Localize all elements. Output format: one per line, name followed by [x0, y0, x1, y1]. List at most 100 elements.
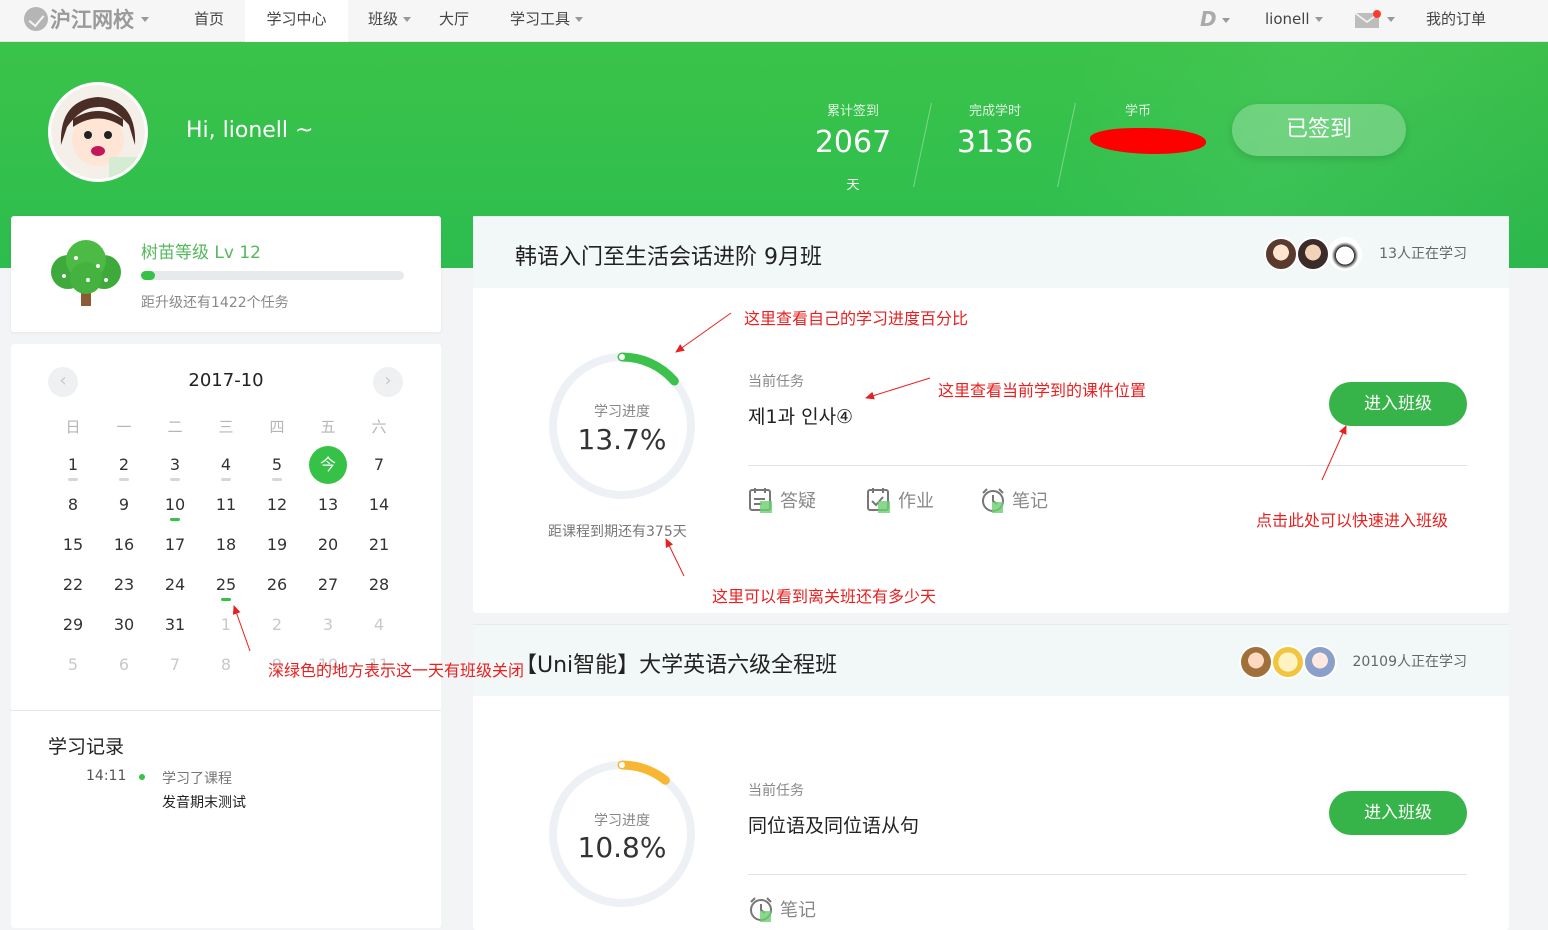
qa-tool[interactable]: 答疑: [748, 487, 816, 513]
progress-ring-start: [619, 354, 625, 360]
notes-label: 笔记: [1012, 491, 1048, 512]
calendar-day[interactable]: 12: [257, 492, 297, 518]
calendar-prev-button[interactable]: ‹: [48, 367, 78, 397]
calendar-day[interactable]: 31: [155, 612, 195, 638]
calendar-day[interactable]: 30: [104, 612, 144, 638]
learner-avatar[interactable]: [1264, 237, 1298, 271]
calendar-day[interactable]: 28: [359, 572, 399, 598]
current-task[interactable]: 同位语及同位语从句: [748, 811, 919, 838]
study-marker: [68, 478, 78, 481]
calendar-day[interactable]: 5: [257, 452, 297, 478]
notes-tool[interactable]: 笔记: [980, 487, 1048, 513]
calendar-day[interactable]: 23: [104, 572, 144, 598]
calendar-day[interactable]: 2: [104, 452, 144, 478]
qa-label: 答疑: [780, 491, 816, 512]
user-avatar[interactable]: [48, 82, 148, 182]
calendar-day[interactable]: 10: [155, 492, 195, 518]
signed-in-button[interactable]: 已签到: [1232, 104, 1406, 156]
annotation-task: 这里查看当前学到的课件位置: [938, 381, 1147, 400]
class-close-marker: [170, 518, 180, 521]
calendar-day[interactable]: 19: [257, 532, 297, 558]
calendar-day[interactable]: 2: [257, 612, 297, 638]
learner-avatar[interactable]: [1271, 645, 1305, 679]
calendar-day[interactable]: 21: [359, 532, 399, 558]
calendar-day[interactable]: 8: [206, 652, 246, 678]
calendar-day[interactable]: 24: [155, 572, 195, 598]
notes-tool[interactable]: 笔记: [748, 896, 816, 922]
class-title[interactable]: 【Uni智能】大学英语六级全程班: [515, 647, 837, 679]
avatar-illustration: [51, 85, 145, 179]
calendar-day[interactable]: 1: [53, 452, 93, 478]
calendar-day[interactable]: 4: [359, 612, 399, 638]
calendar-day[interactable]: 11: [206, 492, 246, 518]
homework-tool[interactable]: 作业: [866, 487, 934, 513]
stat-hours-value: 3136: [956, 125, 1034, 160]
stat-coins-label: 学币: [1124, 104, 1151, 119]
stat-checkin: 累计签到 2067 天: [806, 100, 900, 193]
calendar-day[interactable]: 7: [359, 452, 399, 478]
annotation-expire: 这里可以看到离关班还有多少天: [712, 587, 937, 606]
learner-avatar[interactable]: [1239, 645, 1273, 679]
notes-label: 笔记: [780, 900, 816, 921]
enter-class-button[interactable]: 进入班级: [1329, 791, 1467, 835]
nav-hall[interactable]: 大厅: [439, 0, 469, 42]
logo-leaf-icon: [24, 7, 48, 31]
tree-icon: [51, 240, 121, 306]
calendar-divider: [11, 710, 441, 711]
calendar-day[interactable]: 14: [359, 492, 399, 518]
calendar-day[interactable]: 4: [206, 452, 246, 478]
chevron-down-icon: [141, 16, 149, 22]
homework-label: 作业: [898, 491, 934, 512]
chevron-down-icon: [575, 17, 584, 22]
calendar-day[interactable]: 15: [53, 532, 93, 558]
calendar-day[interactable]: 20: [308, 532, 348, 558]
record-action: 学习了课程: [162, 771, 232, 787]
calendar-next-button[interactable]: ›: [373, 367, 403, 397]
my-orders-link[interactable]: 我的订单: [1426, 0, 1486, 42]
nav-home[interactable]: 首页: [194, 0, 224, 42]
calendar-day[interactable]: 8: [53, 492, 93, 518]
record-time: 14:11: [86, 768, 127, 784]
site-logo[interactable]: 沪江网校: [24, 4, 149, 34]
calendar-day[interactable]: 16: [104, 532, 144, 558]
d-menu[interactable]: D: [1200, 0, 1230, 42]
nav-tools[interactable]: 学习工具: [510, 0, 584, 42]
class-title[interactable]: 韩语入门至生活会话进阶 9月班: [515, 239, 822, 271]
calendar-day[interactable]: 1: [206, 612, 246, 638]
nav-tools-label: 学习工具: [510, 10, 571, 28]
calendar-day[interactable]: 5: [53, 652, 93, 678]
learners-count: 13人正在学习: [1379, 246, 1467, 262]
calendar-day[interactable]: 25: [206, 572, 246, 598]
weekday-label: 一: [116, 418, 132, 436]
nav-classes[interactable]: 班级: [368, 0, 412, 42]
learner-avatar[interactable]: [1296, 237, 1330, 271]
user-menu[interactable]: lionell: [1265, 0, 1323, 42]
chevron-down-icon: [1314, 17, 1323, 22]
calendar-day[interactable]: 27: [308, 572, 348, 598]
alarm-clock-icon: [982, 488, 1004, 513]
calendar-day[interactable]: 3: [155, 452, 195, 478]
progress-ring-start: [619, 762, 625, 768]
record-course[interactable]: 发音期末测试: [162, 792, 246, 812]
calendar-day[interactable]: 6: [104, 652, 144, 678]
calendar-day[interactable]: 18: [206, 532, 246, 558]
calendar-day[interactable]: 7: [155, 652, 195, 678]
top-nav: 沪江网校 首页 学习中心 班级 大厅 学习工具 D lionell 我的订单: [0, 0, 1548, 42]
calendar-today[interactable]: 今: [309, 446, 347, 484]
calendar-day[interactable]: 17: [155, 532, 195, 558]
current-task[interactable]: 제1과 인사④: [748, 402, 853, 429]
calendar-day[interactable]: 3: [308, 612, 348, 638]
nav-study-center[interactable]: 学习中心: [245, 0, 348, 42]
progress-value: 10.8%: [577, 831, 667, 864]
calendar-day[interactable]: 22: [53, 572, 93, 598]
annotation-progress: 这里查看自己的学习进度百分比: [744, 309, 969, 328]
record-dot: [139, 774, 145, 780]
calendar-day[interactable]: 29: [53, 612, 93, 638]
message-menu[interactable]: [1354, 0, 1395, 42]
calendar-day[interactable]: 9: [104, 492, 144, 518]
calendar-day[interactable]: 13: [308, 492, 348, 518]
enter-class-button[interactable]: 进入班级: [1329, 382, 1467, 426]
mail-icon: [1354, 9, 1381, 28]
calendar-day[interactable]: 26: [257, 572, 297, 598]
qa-icon: [749, 488, 772, 513]
